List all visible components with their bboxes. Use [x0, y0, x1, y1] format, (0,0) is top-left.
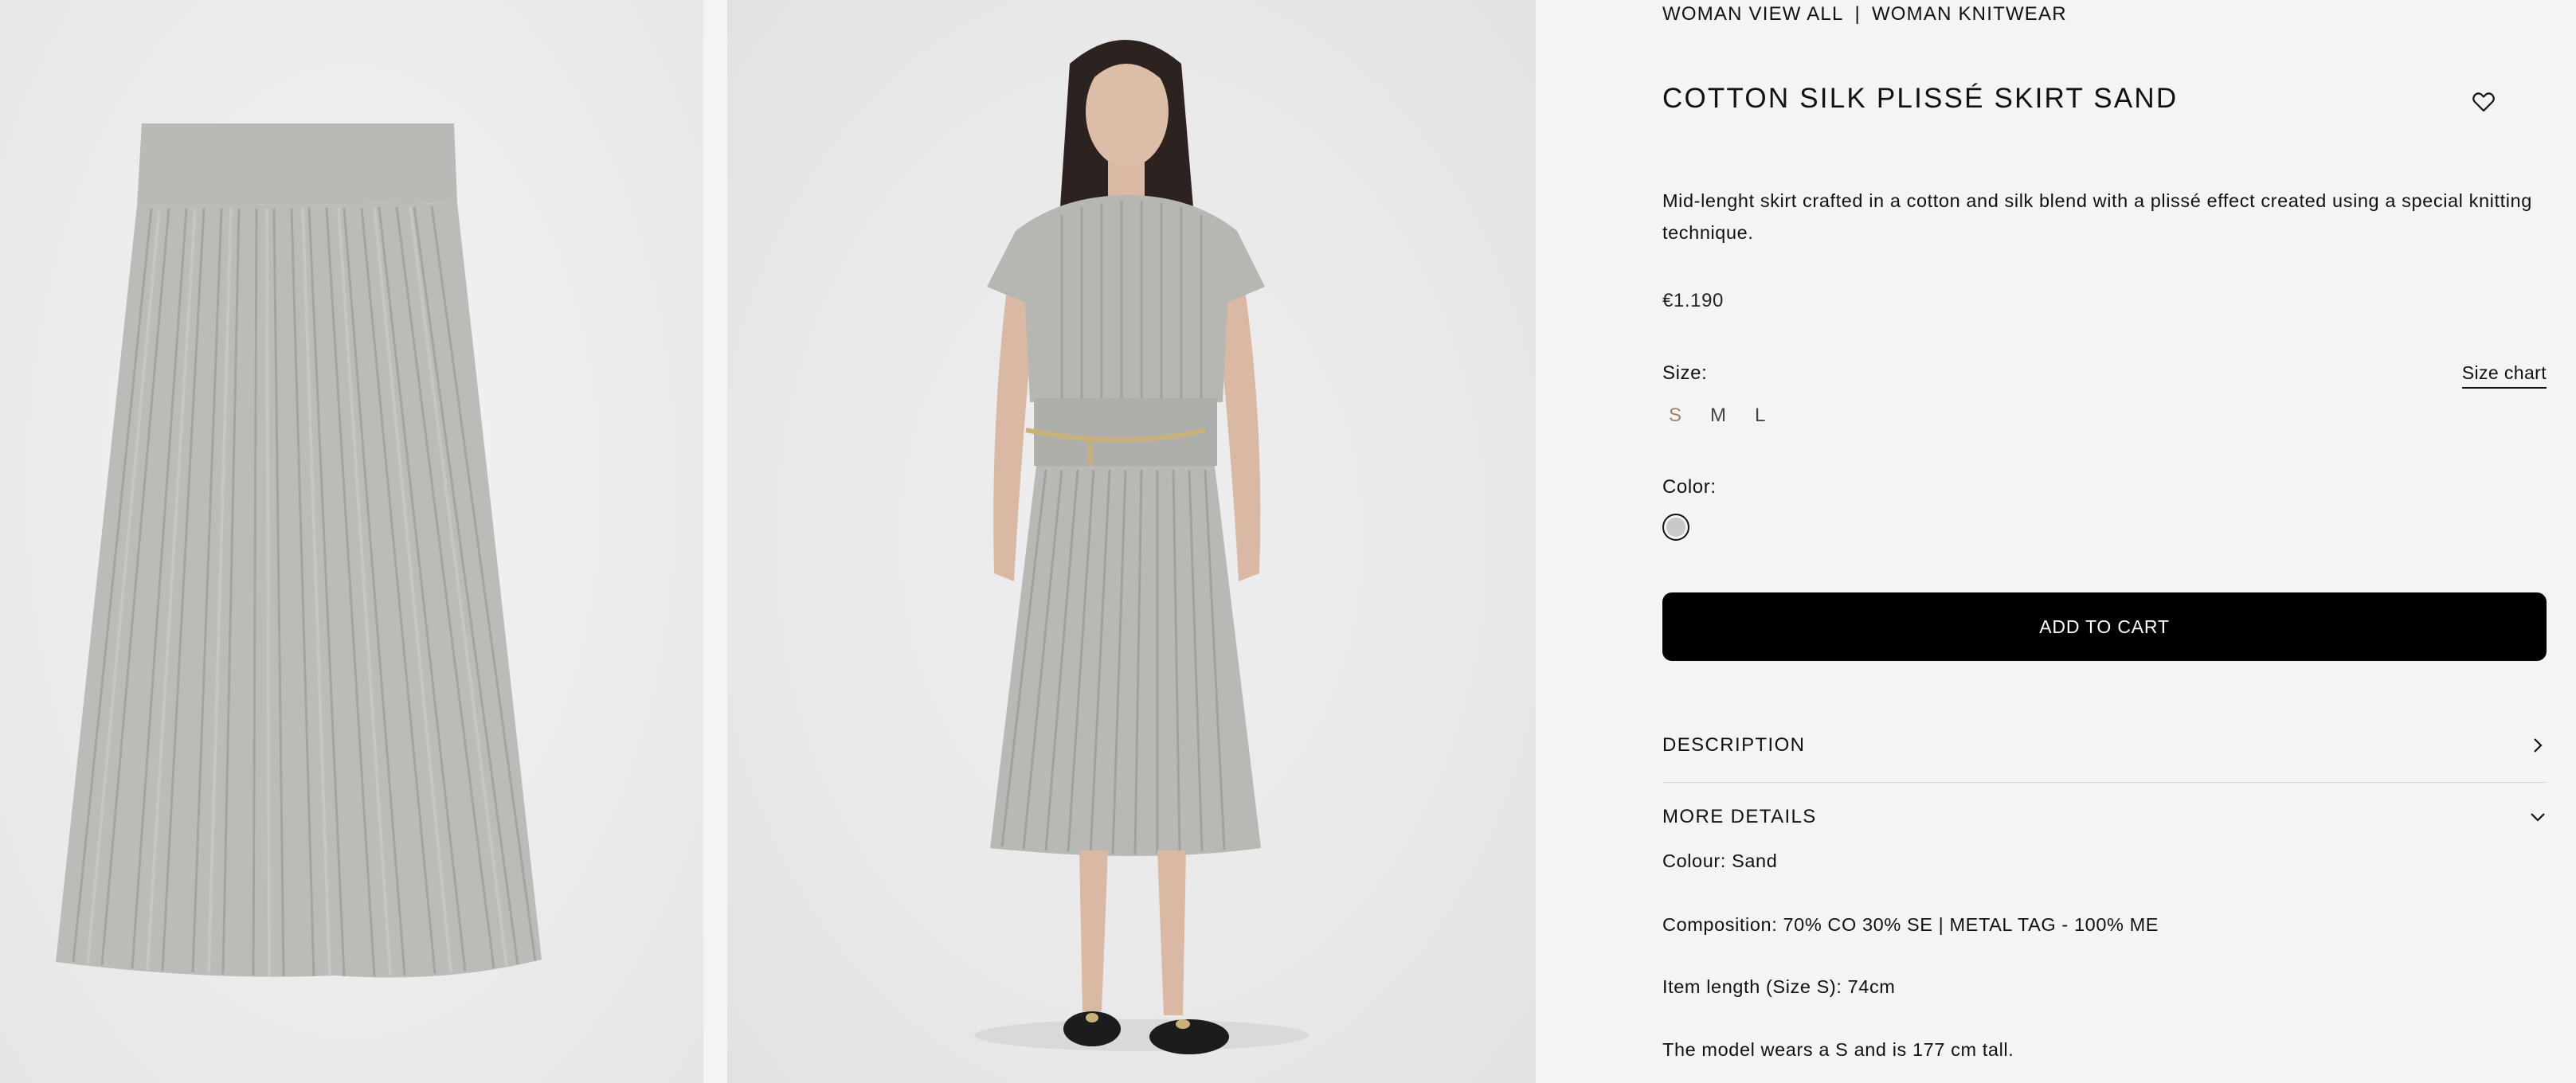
- chevron-right-icon: [2534, 738, 2543, 753]
- accordion-more-details-label: MORE DETAILS: [1662, 806, 1817, 827]
- size-selector: S M L: [1669, 405, 1765, 427]
- accordion-description[interactable]: DESCRIPTION: [1662, 721, 2547, 769]
- detail-item-length: Item length (Size S): 74cm: [1662, 976, 1896, 997]
- product-title: COTTON SILK PLISSÉ SKIRT SAND: [1662, 83, 2179, 114]
- color-swatch-sand[interactable]: [1662, 514, 1689, 541]
- heart-icon: [2472, 92, 2495, 112]
- breadcrumb-separator: |: [1854, 3, 1861, 25]
- breadcrumb-woman-view-all[interactable]: WOMAN VIEW ALL: [1662, 3, 1844, 25]
- accordion-more-details[interactable]: MORE DETAILS: [1662, 793, 2547, 841]
- product-image-skirt[interactable]: [0, 0, 703, 1083]
- wishlist-button[interactable]: [2468, 86, 2500, 118]
- accordion-divider: [1662, 782, 2547, 783]
- product-image-model[interactable]: [727, 0, 1536, 1083]
- chevron-down-icon: [2531, 813, 2545, 822]
- skirt-illustration: [56, 123, 542, 978]
- breadcrumb: WOMAN VIEW ALL | WOMAN KNITWEAR: [1662, 3, 2067, 25]
- detail-colour: Colour: Sand: [1662, 850, 1778, 871]
- product-price: €1.190: [1662, 290, 1725, 311]
- color-swatch-fill: [1666, 518, 1685, 537]
- size-chart-link[interactable]: Size chart: [2461, 362, 2547, 389]
- product-page: WOMAN VIEW ALL | WOMAN KNITWEAR COTTON SIL…: [0, 0, 2576, 1083]
- detail-composition: Composition: 70% CO 30% SE | METAL TAG -…: [1662, 914, 2159, 935]
- add-to-cart-button[interactable]: ADD TO CART: [1662, 592, 2547, 661]
- accordion-description-label: DESCRIPTION: [1662, 734, 1806, 756]
- breadcrumb-woman-knitwear[interactable]: WOMAN KNITWEAR: [1872, 3, 2067, 25]
- size-option-m[interactable]: M: [1710, 405, 1726, 427]
- detail-model-info: The model wears a S and is 177 cm tall.: [1662, 1039, 2014, 1060]
- color-label: Color:: [1662, 476, 1717, 498]
- size-option-l[interactable]: L: [1755, 405, 1765, 427]
- model-illustration: [974, 40, 1309, 1054]
- product-info-panel: WOMAN VIEW ALL | WOMAN KNITWEAR COTTON SIL…: [1662, 0, 2547, 1083]
- gallery-gap: [703, 0, 727, 1083]
- product-description: Mid-lenght skirt crafted in a cotton and…: [1662, 190, 2532, 243]
- size-option-s[interactable]: S: [1669, 405, 1681, 427]
- size-label: Size:: [1662, 362, 1708, 384]
